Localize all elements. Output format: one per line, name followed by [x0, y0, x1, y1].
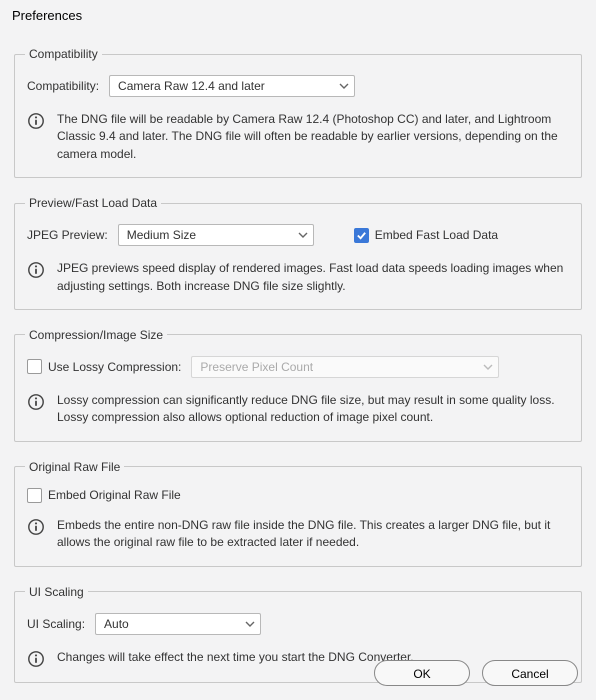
compatibility-select-value[interactable]: Camera Raw 12.4 and later — [109, 75, 355, 97]
compression-group: Compression/Image Size Use Lossy Compres… — [14, 328, 582, 442]
uiscaling-select[interactable]: Auto — [95, 613, 261, 635]
info-icon — [27, 261, 45, 279]
info-icon — [27, 393, 45, 411]
jpeg-preview-select-value[interactable]: Medium Size — [118, 224, 314, 246]
uiscaling-label: UI Scaling: — [27, 617, 85, 631]
info-icon — [27, 650, 45, 668]
compression-info: Lossy compression can significantly redu… — [57, 392, 569, 427]
use-lossy-checkbox[interactable]: Use Lossy Compression: — [27, 359, 181, 374]
embed-original-checkbox[interactable]: Embed Original Raw File — [27, 488, 181, 503]
compatibility-label: Compatibility: — [27, 79, 99, 93]
uiscaling-legend: UI Scaling — [25, 585, 88, 599]
checkbox-box[interactable] — [27, 359, 42, 374]
original-group: Original Raw File Embed Original Raw Fil… — [14, 460, 582, 567]
ok-button[interactable]: OK — [374, 660, 470, 686]
compatibility-select[interactable]: Camera Raw 12.4 and later — [109, 75, 355, 97]
embed-fastload-label: Embed Fast Load Data — [375, 228, 498, 242]
compression-legend: Compression/Image Size — [25, 328, 167, 342]
compatibility-legend: Compatibility — [25, 47, 102, 61]
window-title: Preferences — [0, 0, 596, 27]
embed-original-label: Embed Original Raw File — [48, 488, 181, 502]
preview-info: JPEG previews speed display of rendered … — [57, 260, 569, 295]
checkmark-icon — [356, 230, 367, 241]
preserve-select: Preserve Pixel Count — [191, 356, 499, 378]
cancel-button[interactable]: Cancel — [482, 660, 578, 686]
checkbox-box[interactable] — [354, 228, 369, 243]
info-icon — [27, 518, 45, 536]
compatibility-info: The DNG file will be readable by Camera … — [57, 111, 569, 163]
original-info: Embeds the entire non-DNG raw file insid… — [57, 517, 569, 552]
jpeg-preview-select[interactable]: Medium Size — [118, 224, 314, 246]
original-legend: Original Raw File — [25, 460, 124, 474]
preserve-select-value: Preserve Pixel Count — [191, 356, 499, 378]
embed-fastload-checkbox[interactable]: Embed Fast Load Data — [354, 228, 498, 243]
preview-legend: Preview/Fast Load Data — [25, 196, 161, 210]
jpeg-preview-label: JPEG Preview: — [27, 228, 108, 242]
uiscaling-select-value[interactable]: Auto — [95, 613, 261, 635]
info-icon — [27, 112, 45, 130]
compatibility-group: Compatibility Compatibility: Camera Raw … — [14, 47, 582, 178]
dialog-buttons: OK Cancel — [374, 660, 578, 686]
checkbox-box[interactable] — [27, 488, 42, 503]
preview-group: Preview/Fast Load Data JPEG Preview: Med… — [14, 196, 582, 310]
use-lossy-label: Use Lossy Compression: — [48, 360, 181, 374]
